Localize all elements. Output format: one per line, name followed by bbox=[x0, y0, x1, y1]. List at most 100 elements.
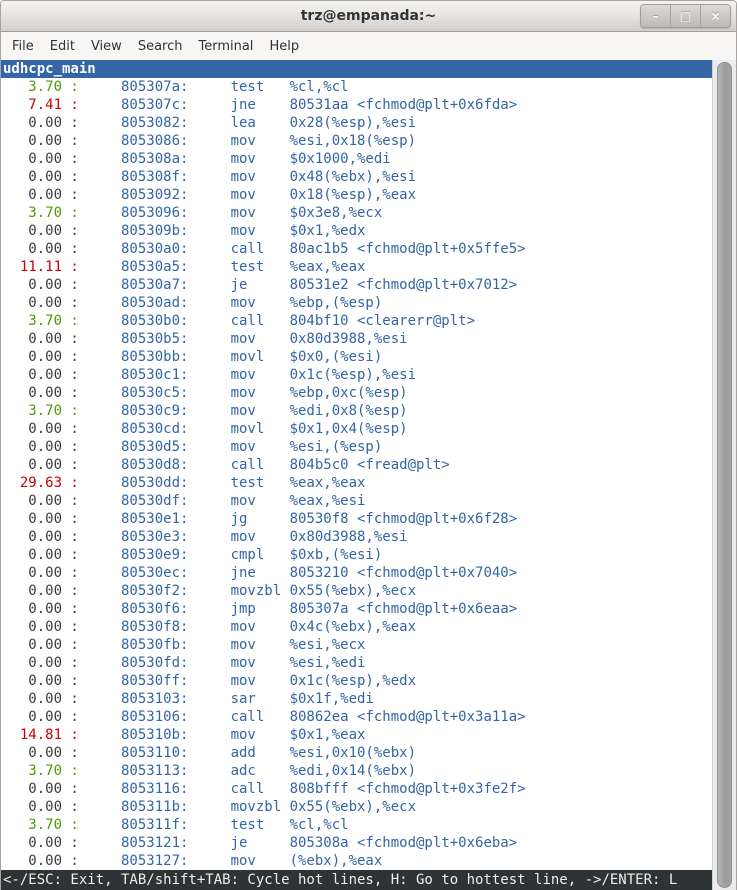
instruction-text: 80530fb: mov %esi,%ecx bbox=[79, 637, 366, 653]
percent-value: 3.70 : bbox=[3, 403, 79, 419]
maximize-button[interactable]: □ bbox=[670, 5, 700, 27]
maximize-icon: □ bbox=[680, 9, 691, 23]
percent-value: 0.00 : bbox=[3, 385, 79, 401]
percent-value: 0.00 : bbox=[3, 241, 79, 257]
asm-row[interactable]: 0.00 : 80530d8: call 804b5c0 <fread@plt> bbox=[1, 456, 712, 474]
menu-help[interactable]: Help bbox=[261, 35, 307, 58]
instruction-text: 8053103: sar $0x1f,%edi bbox=[79, 691, 374, 707]
instruction-text: 805309b: mov $0x1,%edx bbox=[79, 223, 366, 239]
percent-value: 0.00 : bbox=[3, 223, 79, 239]
instruction-text: 8053127: mov (%ebx),%eax bbox=[79, 853, 382, 869]
asm-row[interactable]: 0.00 : 80530ad: mov %ebp,(%esp) bbox=[1, 294, 712, 312]
menu-terminal[interactable]: Terminal bbox=[190, 35, 261, 58]
asm-row[interactable]: 0.00 : 80530fd: mov %esi,%edi bbox=[1, 654, 712, 672]
asm-row[interactable]: 0.00 : 8053092: mov 0x18(%esp),%eax bbox=[1, 186, 712, 204]
percent-value: 0.00 : bbox=[3, 853, 79, 869]
asm-row[interactable]: 29.63 : 80530dd: test %eax,%eax bbox=[1, 474, 712, 492]
percent-value: 0.00 : bbox=[3, 367, 79, 383]
asm-row[interactable]: 0.00 : 80530f8: mov 0x4c(%ebx),%eax bbox=[1, 618, 712, 636]
menu-file[interactable]: File bbox=[4, 35, 42, 58]
asm-row[interactable]: 0.00 : 8053121: je 805308a <fchmod@plt+0… bbox=[1, 834, 712, 852]
asm-row[interactable]: 0.00 : 805308f: mov 0x48(%ebx),%esi bbox=[1, 168, 712, 186]
asm-row[interactable]: 0.00 : 80530c5: mov %ebp,0xc(%esp) bbox=[1, 384, 712, 402]
asm-row[interactable]: 0.00 : 8053106: call 80862ea <fchmod@plt… bbox=[1, 708, 712, 726]
asm-row[interactable]: 0.00 : 80530c1: mov 0x1c(%esp),%esi bbox=[1, 366, 712, 384]
percent-value: 3.70 : bbox=[3, 817, 79, 833]
asm-row[interactable]: 0.00 : 805311b: movzbl 0x55(%ebx),%ecx bbox=[1, 798, 712, 816]
asm-row[interactable]: 0.00 : 8053086: mov %esi,0x18(%esp) bbox=[1, 132, 712, 150]
asm-row[interactable]: 0.00 : 8053127: mov (%ebx),%eax bbox=[1, 852, 712, 870]
asm-row[interactable]: 0.00 : 80530e3: mov 0x80d3988,%esi bbox=[1, 528, 712, 546]
instruction-text: 80530bb: movl $0x0,(%esi) bbox=[79, 349, 382, 365]
percent-value: 0.00 : bbox=[3, 781, 79, 797]
asm-row[interactable]: 7.41 : 805307c: jne 80531aa <fchmod@plt+… bbox=[1, 96, 712, 114]
asm-row[interactable]: 0.00 : 80530b5: mov 0x80d3988,%esi bbox=[1, 330, 712, 348]
asm-row[interactable]: 0.00 : 80530cd: movl $0x1,0x4(%esp) bbox=[1, 420, 712, 438]
instruction-text: 805308a: mov $0x1000,%edi bbox=[79, 151, 391, 167]
percent-value: 0.00 : bbox=[3, 547, 79, 563]
asm-row[interactable]: 0.00 : 80530f6: jmp 805307a <fchmod@plt+… bbox=[1, 600, 712, 618]
instruction-text: 8053096: mov $0x3e8,%ecx bbox=[79, 205, 382, 221]
asm-row[interactable]: 3.70 : 8053096: mov $0x3e8,%ecx bbox=[1, 204, 712, 222]
percent-value: 0.00 : bbox=[3, 511, 79, 527]
asm-row[interactable]: 0.00 : 80530ff: mov 0x1c(%esp),%edx bbox=[1, 672, 712, 690]
instruction-text: 8053092: mov 0x18(%esp),%eax bbox=[79, 187, 416, 203]
asm-row[interactable]: 0.00 : 80530bb: movl $0x0,(%esi) bbox=[1, 348, 712, 366]
titlebar[interactable]: trz@empanada:~ – □ × bbox=[1, 1, 736, 32]
percent-value: 0.00 : bbox=[3, 277, 79, 293]
asm-row[interactable]: 0.00 : 80530a7: je 80531e2 <fchmod@plt+0… bbox=[1, 276, 712, 294]
instruction-text: 80530dd: test %eax,%eax bbox=[79, 475, 366, 491]
terminal-screen[interactable]: udhcpc_main 3.70 : 805307a: test %cl,%cl… bbox=[1, 60, 736, 890]
menu-edit[interactable]: Edit bbox=[42, 35, 83, 58]
instruction-text: 80530a7: je 80531e2 <fchmod@plt+0x7012> bbox=[79, 277, 517, 293]
percent-value: 3.70 : bbox=[3, 763, 79, 779]
asm-row[interactable]: 3.70 : 805307a: test %cl,%cl bbox=[1, 78, 712, 96]
percent-value: 0.00 : bbox=[3, 133, 79, 149]
asm-row[interactable]: 3.70 : 805311f: test %cl,%cl bbox=[1, 816, 712, 834]
close-button[interactable]: × bbox=[700, 5, 730, 27]
instruction-text: 80530c5: mov %ebp,0xc(%esp) bbox=[79, 385, 408, 401]
asm-row[interactable]: 0.00 : 80530f2: movzbl 0x55(%ebx),%ecx bbox=[1, 582, 712, 600]
asm-row[interactable]: 0.00 : 80530df: mov %eax,%esi bbox=[1, 492, 712, 510]
asm-row[interactable]: 0.00 : 8053110: add %esi,0x10(%ebx) bbox=[1, 744, 712, 762]
instruction-text: 8053113: adc %edi,0x14(%ebx) bbox=[79, 763, 416, 779]
instruction-text: 805311b: movzbl 0x55(%ebx),%ecx bbox=[79, 799, 416, 815]
asm-row[interactable]: 0.00 : 8053103: sar $0x1f,%edi bbox=[1, 690, 712, 708]
menu-search[interactable]: Search bbox=[130, 35, 191, 58]
menu-view[interactable]: View bbox=[83, 35, 130, 58]
asm-row[interactable]: 0.00 : 80530ec: jne 8053210 <fchmod@plt+… bbox=[1, 564, 712, 582]
percent-value: 0.00 : bbox=[3, 565, 79, 581]
asm-row[interactable]: 3.70 : 8053113: adc %edi,0x14(%ebx) bbox=[1, 762, 712, 780]
instruction-text: 80530ff: mov 0x1c(%esp),%edx bbox=[79, 673, 416, 689]
asm-row[interactable]: 3.70 : 80530c9: mov %edi,0x8(%esp) bbox=[1, 402, 712, 420]
asm-row[interactable]: 0.00 : 80530fb: mov %esi,%ecx bbox=[1, 636, 712, 654]
asm-row[interactable]: 0.00 : 805309b: mov $0x1,%edx bbox=[1, 222, 712, 240]
percent-value: 11.11 : bbox=[3, 259, 79, 275]
asm-row[interactable]: 0.00 : 8053082: lea 0x28(%esp),%esi bbox=[1, 114, 712, 132]
instruction-text: 8053110: add %esi,0x10(%ebx) bbox=[79, 745, 416, 761]
asm-row[interactable]: 0.00 : 80530d5: mov %esi,(%esp) bbox=[1, 438, 712, 456]
instruction-text: 8053121: je 805308a <fchmod@plt+0x6eba> bbox=[79, 835, 517, 851]
percent-value: 0.00 : bbox=[3, 583, 79, 599]
asm-row[interactable]: 0.00 : 80530e9: cmpl $0xb,(%esi) bbox=[1, 546, 712, 564]
asm-row[interactable]: 0.00 : 80530e1: jg 80530f8 <fchmod@plt+0… bbox=[1, 510, 712, 528]
instruction-text: 80530a5: test %eax,%eax bbox=[79, 259, 366, 275]
scrollbar[interactable] bbox=[712, 60, 736, 890]
percent-value: 0.00 : bbox=[3, 169, 79, 185]
instruction-text: 80530a0: call 80ac1b5 <fchmod@plt+0x5ffe… bbox=[79, 241, 526, 257]
asm-row[interactable]: 3.70 : 80530b0: call 804bf10 <clearerr@p… bbox=[1, 312, 712, 330]
instruction-text: 80530e3: mov 0x80d3988,%esi bbox=[79, 529, 408, 545]
scrollbar-thumb[interactable] bbox=[717, 62, 732, 888]
close-icon: × bbox=[710, 9, 720, 23]
instruction-text: 80530b0: call 804bf10 <clearerr@plt> bbox=[79, 313, 475, 329]
percent-value: 14.81 : bbox=[3, 727, 79, 743]
minimize-button[interactable]: – bbox=[641, 5, 670, 27]
asm-row[interactable]: 0.00 : 80530a0: call 80ac1b5 <fchmod@plt… bbox=[1, 240, 712, 258]
asm-row[interactable]: 0.00 : 805308a: mov $0x1000,%edi bbox=[1, 150, 712, 168]
asm-row[interactable]: 11.11 : 80530a5: test %eax,%eax bbox=[1, 258, 712, 276]
instruction-text: 805307a: test %cl,%cl bbox=[79, 79, 349, 95]
asm-row[interactable]: 0.00 : 8053116: call 808bfff <fchmod@plt… bbox=[1, 780, 712, 798]
percent-value: 0.00 : bbox=[3, 115, 79, 131]
instruction-text: 8053086: mov %esi,0x18(%esp) bbox=[79, 133, 416, 149]
asm-row[interactable]: 14.81 : 805310b: mov $0x1,%eax bbox=[1, 726, 712, 744]
